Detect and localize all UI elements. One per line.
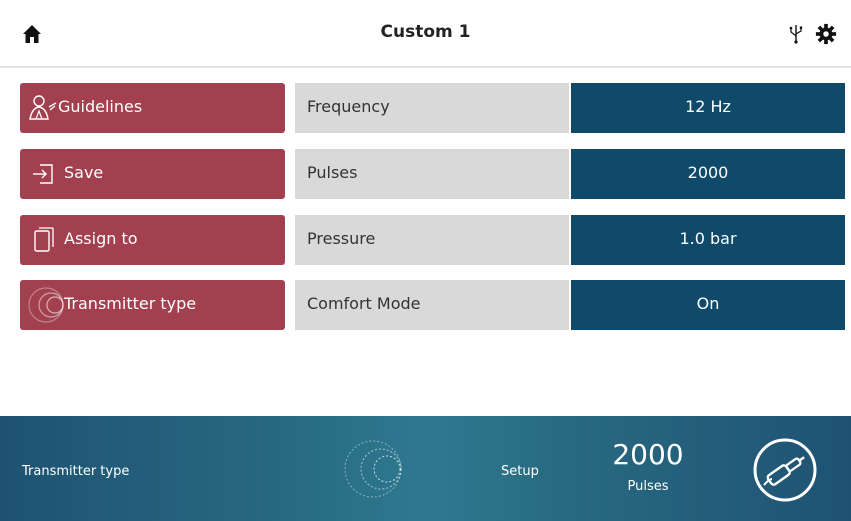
gear-icon[interactable] <box>815 23 837 45</box>
assign-to-button[interactable]: Assign to <box>20 215 285 265</box>
param-label-pressure: Pressure <box>295 215 569 265</box>
footer-pulses-unit: Pulses <box>627 479 669 494</box>
param-label-frequency: Frequency <box>295 83 569 133</box>
page-title: Custom 1 <box>380 22 471 42</box>
assign-icon <box>34 227 54 252</box>
footer-setup-label: Setup <box>501 464 539 479</box>
status-footer: Transmitter type Setup 2000 Pulses <box>0 416 851 521</box>
assign-to-label: Assign to <box>64 229 138 248</box>
guidelines-icon <box>29 95 57 120</box>
param-value-comfort-mode[interactable]: On <box>571 280 845 330</box>
footer-pulses-count: 2000 <box>612 438 684 471</box>
footer-transmitter-label: Transmitter type <box>22 464 130 479</box>
param-value-pulses[interactable]: 2000 <box>571 149 845 199</box>
header-bar: Custom 1 <box>0 0 851 68</box>
param-value-frequency[interactable]: 12 Hz <box>571 83 845 133</box>
usb-icon <box>789 25 803 44</box>
guidelines-label: Guidelines <box>58 97 143 116</box>
save-icon <box>33 164 53 184</box>
guidelines-button[interactable]: Guidelines <box>20 83 285 133</box>
transmitter-type-button[interactable]: Transmitter type <box>20 280 285 330</box>
transmitter-status-icon[interactable] <box>335 438 417 500</box>
save-label: Save <box>64 163 104 182</box>
handpiece-icon[interactable] <box>752 437 818 503</box>
param-label-pulses: Pulses <box>295 149 569 199</box>
param-value-pressure[interactable]: 1.0 bar <box>571 215 845 265</box>
transmitter-type-label: Transmitter type <box>64 294 197 313</box>
save-button[interactable]: Save <box>20 149 285 199</box>
transmitter-icon <box>28 287 64 323</box>
param-label-comfort-mode: Comfort Mode <box>295 280 569 330</box>
